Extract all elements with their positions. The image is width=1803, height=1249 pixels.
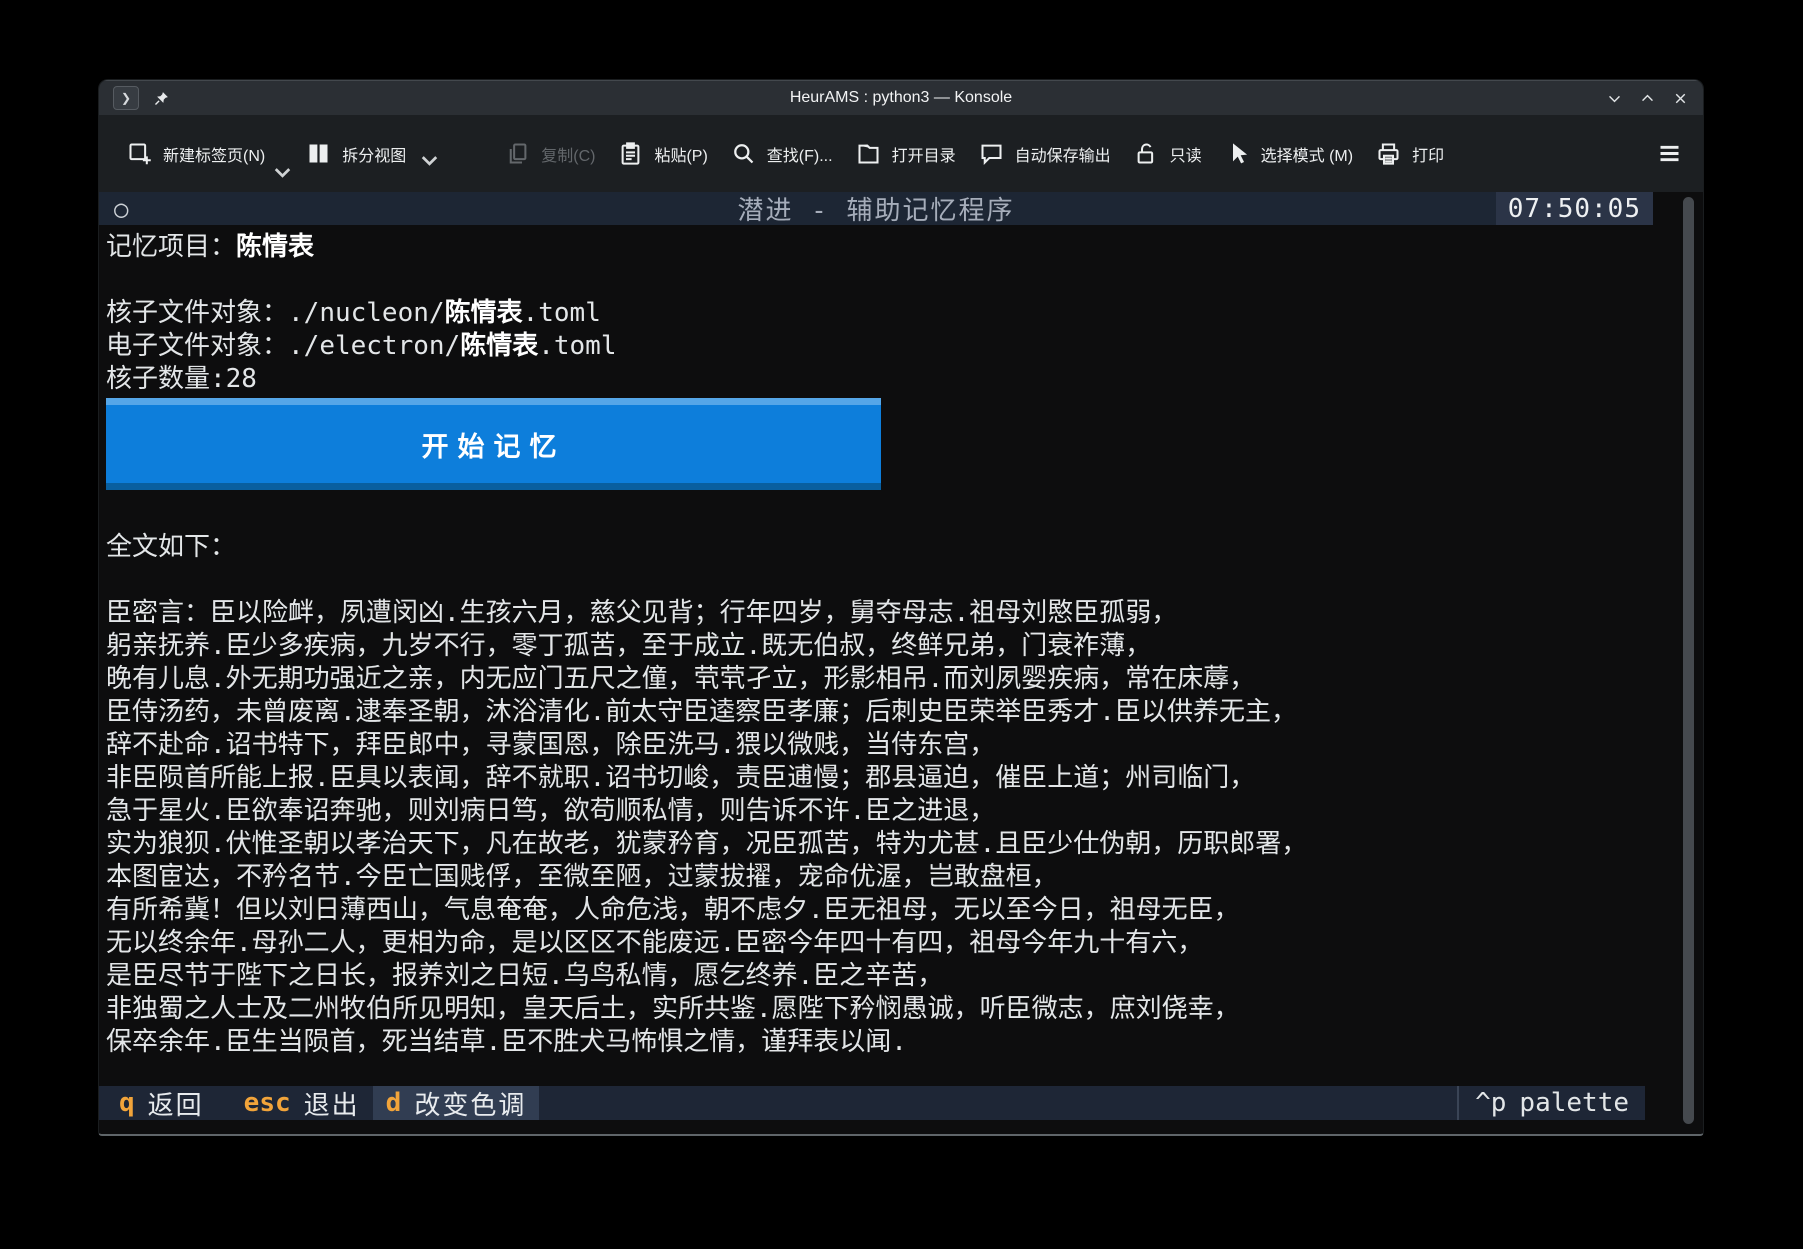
hint-label: 退出 <box>304 1085 360 1122</box>
search-icon <box>730 140 757 167</box>
paste-icon <box>617 140 644 167</box>
chevron-down-icon <box>416 147 430 161</box>
autosave-output-label: 自动保存输出 <box>1015 142 1111 166</box>
key-esc: esc <box>244 1088 291 1118</box>
paste-label: 粘贴(P) <box>654 142 707 166</box>
split-view-icon <box>305 140 332 167</box>
select-mode-label: 选择模式 (M) <box>1261 142 1353 166</box>
chat-bubble-icon <box>978 140 1005 167</box>
split-view-button[interactable]: 拆分视图 <box>294 132 441 175</box>
paste-button[interactable]: 粘贴(P) <box>606 132 718 175</box>
new-tab-button[interactable]: 新建标签页(N) <box>115 132 294 175</box>
cursor-icon <box>1224 140 1251 167</box>
nucleus-count-line: 核子数量:28 <box>106 363 1703 396</box>
tui-footer: q 返回 esc 退出 d 改变色调 ^p palette <box>99 1086 1645 1120</box>
read-only-label: 只读 <box>1170 142 1202 166</box>
print-label: 打印 <box>1412 142 1444 166</box>
text-line: 臣侍汤药，未曾废离.逮奉圣朝，沐浴清化.前太守臣逵察臣孝廉；后刺史臣荣举臣秀才.… <box>106 696 1703 729</box>
footer-hint-change-theme[interactable]: d 改变色调 <box>373 1086 540 1120</box>
memory-item-value: 陈情表 <box>236 232 314 262</box>
autosave-output-button[interactable]: 自动保存输出 <box>967 132 1122 175</box>
text-line: 躬亲抚养.臣少多疾病，九岁不行，零丁孤苦，至于成立.既无伯叔，终鲜兄弟，门衰祚薄… <box>106 630 1703 663</box>
text-line: 臣密言：臣以险衅，夙遭闵凶.生孩六月，慈父见背；行年四岁，舅夺母志.祖母刘愍臣孤… <box>106 597 1703 630</box>
select-mode-button[interactable]: 选择模式 (M) <box>1213 132 1364 175</box>
maximize-button[interactable] <box>1639 90 1656 107</box>
chevron-down-icon <box>269 159 283 173</box>
pin-icon[interactable] <box>153 90 170 107</box>
blank-line <box>106 564 1703 597</box>
hamburger-icon <box>1656 140 1683 167</box>
read-only-button[interactable]: 只读 <box>1122 132 1213 175</box>
text-line: 辞不赴命.诏书特下，拜臣郎中，寻蒙国恩，除臣洗马.猥以微贱，当侍东宫， <box>106 729 1703 762</box>
text-line: 急于星火.臣欲奉诏奔驰，则刘病日笃，欲苟顺私情，则告诉不许.臣之进退， <box>106 795 1703 828</box>
close-button[interactable] <box>1672 90 1689 107</box>
split-view-label: 拆分视图 <box>342 142 406 166</box>
text-line: 非臣陨首所能上报.臣具以表闻，辞不就职.诏书切峻，责臣逋慢；郡县逼迫，催臣上道；… <box>106 762 1703 795</box>
app-title: 潜进 - 辅助记忆程序 <box>99 190 1653 227</box>
printer-icon <box>1375 140 1402 167</box>
lock-icon <box>1133 140 1160 167</box>
window-title: HeurAMS : python3 — Konsole <box>99 89 1703 107</box>
text-line: 晚有儿息.外无期功强近之亲，内无应门五尺之僮，茕茕孑立，形影相吊.而刘夙婴疾病，… <box>106 663 1703 696</box>
nucleus-count-value: 28 <box>226 364 257 394</box>
memory-item-line: 记忆项目：陈情表 <box>106 231 1703 264</box>
tui-header: ○ 潜进 - 辅助记忆程序 07:50:05 <box>99 192 1653 225</box>
tui-content: 记忆项目：陈情表 核子文件对象：./nucleon/陈情表.toml 电子文件对… <box>99 225 1703 1059</box>
text-line: 本图宦达，不矜名节.今臣亡国贱俘，至微至陋，过蒙拔擢，宠命优渥，岂敢盘桓， <box>106 861 1703 894</box>
key-d: d <box>386 1088 402 1118</box>
open-directory-button[interactable]: 打开目录 <box>844 132 967 175</box>
scrollbar[interactable] <box>1683 197 1694 1124</box>
nucleon-file-line: 核子文件对象：./nucleon/陈情表.toml <box>106 297 1703 330</box>
blank-line <box>106 264 1703 297</box>
title-bar: ❯ HeurAMS : python3 — Konsole <box>99 80 1703 115</box>
find-button[interactable]: 查找(F)... <box>719 132 844 175</box>
text-line: 非独蜀之人士及二州牧伯所见明知，皇天后土，实所共鉴.愿陛下矜悯愚诚，听臣微志，庶… <box>106 993 1703 1026</box>
minimize-button[interactable] <box>1606 90 1623 107</box>
konsole-window: ❯ HeurAMS : python3 — Konsole <box>98 79 1704 1136</box>
blank-line <box>106 498 1703 531</box>
electron-file-line: 电子文件对象：./electron/陈情表.toml <box>106 330 1703 363</box>
print-button[interactable]: 打印 <box>1364 132 1455 175</box>
text-line: 保卒余年.臣生当陨首，死当结草.臣不胜犬马怖惧之情，谨拜表以闻. <box>106 1026 1703 1059</box>
toolbar: 新建标签页(N) 拆分视图 <box>99 115 1703 192</box>
terminal-view: ○ 潜进 - 辅助记忆程序 07:50:05 记忆项目：陈情表 核子文件对象：.… <box>99 192 1703 1134</box>
footer-palette-hint[interactable]: ^p palette <box>1457 1086 1645 1120</box>
text-line: 无以终余年.母孙二人，更相为命，是以区区不能废远.臣密今年四十有四，祖母今年九十… <box>106 927 1703 960</box>
footer-hint-quit[interactable]: esc 退出 <box>231 1086 373 1120</box>
fulltext-label: 全文如下： <box>106 531 1703 564</box>
new-tab-label: 新建标签页(N) <box>163 142 265 166</box>
key-ctrl-p: ^p <box>1475 1088 1506 1118</box>
copy-button[interactable]: 复制(C) <box>493 132 606 175</box>
start-memorize-button[interactable]: 开始记忆 <box>106 398 881 490</box>
palette-label: palette <box>1519 1088 1629 1118</box>
copy-label: 复制(C) <box>541 142 595 166</box>
hint-label: 返回 <box>148 1085 204 1122</box>
new-tab-icon <box>126 140 153 167</box>
folder-icon <box>855 140 882 167</box>
hint-label: 改变色调 <box>414 1085 526 1122</box>
find-label: 查找(F)... <box>767 142 833 166</box>
terminal-tab-icon: ❯ <box>113 86 139 110</box>
footer-hint-back[interactable]: q 返回 <box>106 1086 217 1120</box>
text-line: 是臣尽节于陛下之日长，报养刘之日短.乌鸟私情，愿乞终养.臣之辛苦， <box>106 960 1703 993</box>
text-line: 实为狼狈.伏惟圣朝以孝治天下，凡在故老，犹蒙矜育，况臣孤苦，特为尤甚.且臣少仕伪… <box>106 828 1703 861</box>
menu-button[interactable] <box>1645 132 1687 175</box>
open-directory-label: 打开目录 <box>892 142 956 166</box>
copy-icon <box>504 140 531 167</box>
prompt-glyph: ❯ <box>121 91 131 105</box>
text-line: 有所希冀！但以刘日薄西山，气息奄奄，人命危浅，朝不虑夕.臣无祖母，无以至今日，祖… <box>106 894 1703 927</box>
key-q: q <box>119 1088 135 1118</box>
